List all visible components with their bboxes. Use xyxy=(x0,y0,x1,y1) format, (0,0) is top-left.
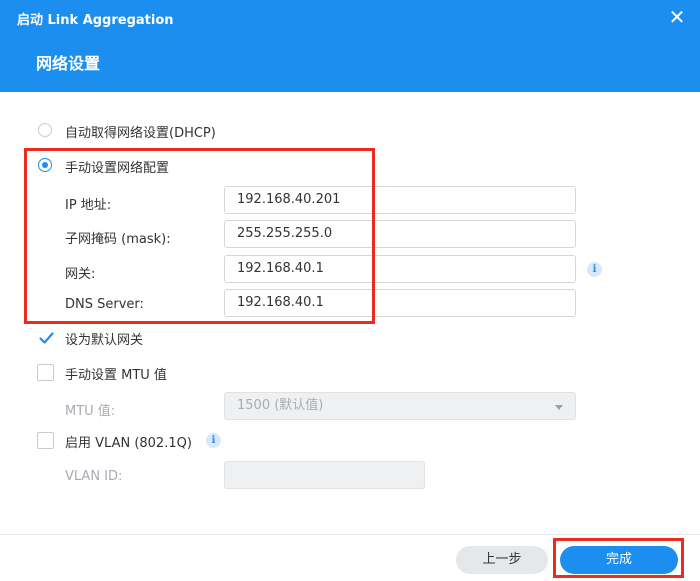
mtu-row: MTU 值: 1500 (默认值) xyxy=(0,392,700,422)
vlan-checkbox[interactable] xyxy=(37,432,54,449)
mtu-checkbox[interactable] xyxy=(37,364,54,381)
gateway-label: 网关: xyxy=(65,267,96,282)
default-gateway-option[interactable]: 设为默认网关 xyxy=(0,323,700,353)
vlan-info-icon[interactable]: i xyxy=(206,433,221,448)
close-icon[interactable]: ✕ xyxy=(664,4,690,30)
dhcp-label: 自动取得网络设置(DHCP) xyxy=(65,126,216,141)
manual-radio[interactable] xyxy=(38,158,52,172)
gateway-info-icon[interactable]: i xyxy=(587,262,602,277)
dns-row: DNS Server: 192.168.40.1 xyxy=(0,289,700,319)
gateway-field[interactable]: 192.168.40.1 xyxy=(224,255,576,283)
checkmark-icon xyxy=(39,332,54,344)
dhcp-option[interactable]: 自动取得网络设置(DHCP) xyxy=(0,116,700,146)
dns-label: DNS Server: xyxy=(65,297,144,312)
ip-field[interactable]: 192.168.40.201 xyxy=(224,186,576,214)
default-gateway-label: 设为默认网关 xyxy=(65,333,144,348)
vlan-id-label: VLAN ID: xyxy=(65,469,123,484)
dialog-footer: 上一步 完成 xyxy=(0,534,700,581)
mtu-option[interactable]: 手动设置 MTU 值 xyxy=(0,358,700,388)
finish-button[interactable]: 完成 xyxy=(560,546,678,574)
vlan-option[interactable]: 启用 VLAN (802.1Q) i xyxy=(0,426,700,456)
manual-option[interactable]: 手动设置网络配置 xyxy=(0,151,700,181)
previous-button[interactable]: 上一步 xyxy=(456,546,548,574)
mask-label: 子网掩码 (mask): xyxy=(65,232,171,247)
window-title: 启动 Link Aggregation xyxy=(17,13,174,28)
mtu-select-value: 1500 (默认值) xyxy=(237,398,324,413)
dialog-header: 启动 Link Aggregation ✕ 网络设置 xyxy=(0,0,700,92)
mtu-select[interactable]: 1500 (默认值) xyxy=(224,392,576,420)
ip-row: IP 地址: 192.168.40.201 xyxy=(0,186,700,216)
vlan-id-field[interactable] xyxy=(224,461,425,489)
chevron-down-icon xyxy=(555,405,563,410)
vlan-id-row: VLAN ID: xyxy=(0,461,700,491)
gateway-row: 网关: 192.168.40.1 i xyxy=(0,255,700,285)
mask-row: 子网掩码 (mask): 255.255.255.0 xyxy=(0,220,700,250)
mask-field[interactable]: 255.255.255.0 xyxy=(224,220,576,248)
manual-label: 手动设置网络配置 xyxy=(65,161,170,176)
ip-label: IP 地址: xyxy=(65,198,112,213)
page-title: 网络设置 xyxy=(36,54,101,73)
dhcp-radio[interactable] xyxy=(38,123,52,137)
default-gateway-checkbox[interactable] xyxy=(37,329,54,346)
mtu-checkbox-label: 手动设置 MTU 值 xyxy=(65,368,167,383)
mtu-label: MTU 值: xyxy=(65,404,116,419)
dns-field[interactable]: 192.168.40.1 xyxy=(224,289,576,317)
vlan-checkbox-label: 启用 VLAN (802.1Q) xyxy=(65,436,192,451)
